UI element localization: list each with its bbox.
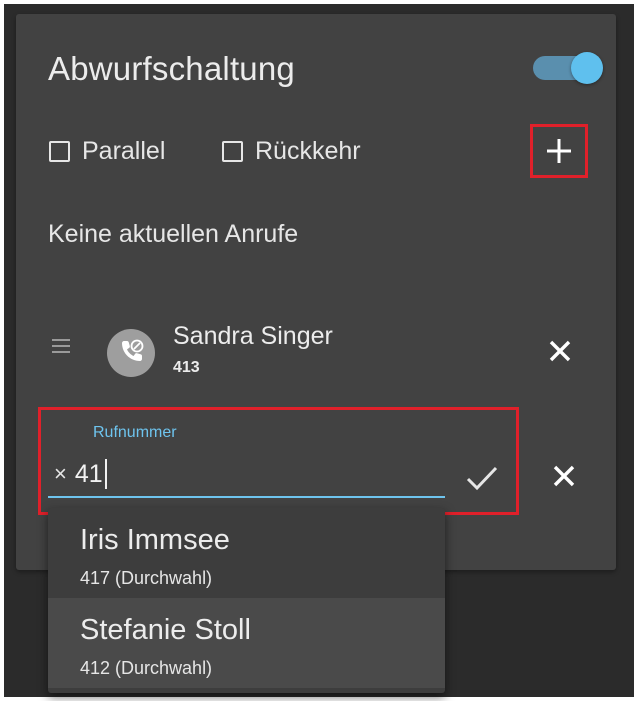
avatar [107, 329, 155, 377]
text-caret [104, 459, 107, 489]
panel-title: Abwurfschaltung [48, 50, 295, 87]
enable-toggle[interactable] [531, 52, 609, 84]
check-icon [466, 466, 498, 491]
suggestion-detail: 417 (Durchwahl) [80, 568, 213, 588]
checkbox-label: Rückkehr [255, 137, 361, 165]
suggestion-name: Iris Immsee [80, 524, 230, 556]
contact-number: 413 [173, 359, 200, 376]
drag-handle-icon[interactable] [52, 339, 70, 353]
clear-icon[interactable]: × [54, 461, 67, 487]
remove-contact-button[interactable] [540, 331, 580, 371]
add-button[interactable] [535, 129, 583, 173]
phone-forward-icon [122, 339, 144, 361]
plus-icon [547, 139, 571, 163]
suggestion-item[interactable]: Stefanie Stoll 412 (Durchwahl) [48, 598, 445, 688]
checkbox-box[interactable] [49, 141, 70, 162]
suggestion-item[interactable]: Iris Immsee 417 (Durchwahl) [48, 508, 445, 598]
number-input-value[interactable]: 41 [75, 460, 103, 489]
close-icon [549, 340, 571, 362]
checkbox-parallel[interactable]: Parallel [49, 137, 165, 166]
close-icon [553, 465, 575, 487]
number-input[interactable]: × 41 [48, 452, 445, 498]
status-text: Keine aktuellen Anrufe [48, 220, 299, 248]
suggestion-name: Stefanie Stoll [80, 614, 251, 646]
number-field-label: Rufnummer [93, 424, 177, 441]
checkbox-label: Parallel [82, 137, 166, 165]
checkbox-rueckkehr[interactable]: Rückkehr [222, 137, 361, 166]
suggestion-detail: 412 (Durchwahl) [80, 658, 213, 678]
checkbox-box[interactable] [222, 141, 243, 162]
confirm-button[interactable] [462, 458, 502, 498]
suggestion-dropdown: Iris Immsee 417 (Durchwahl) Stefanie Sto… [48, 508, 445, 693]
remove-field-button[interactable] [544, 456, 584, 496]
toggle-knob [571, 52, 603, 84]
contact-name: Sandra Singer [173, 322, 333, 350]
